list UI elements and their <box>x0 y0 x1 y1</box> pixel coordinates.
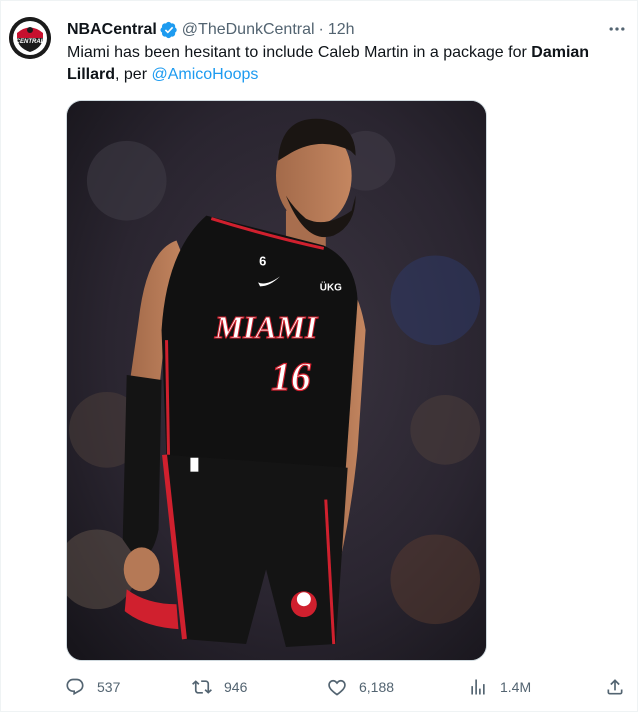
like-button[interactable]: 6,188 <box>327 675 394 699</box>
verified-badge-icon[interactable] <box>160 21 178 39</box>
share-icon <box>607 679 623 695</box>
action-bar: 537 946 6,188 1.4M <box>61 675 631 699</box>
player-photo: MIAMI 16 6 ÜKG <box>67 101 486 660</box>
jersey-shoulder-number: 6 <box>259 253 266 268</box>
jersey-number-text: 16 <box>271 355 311 399</box>
timestamp[interactable]: 12h <box>328 21 355 39</box>
jersey-patch-text: ÜKG <box>320 282 342 293</box>
views-button[interactable]: 1.4M <box>468 675 531 699</box>
reply-icon <box>66 678 84 696</box>
retweet-icon <box>192 680 212 694</box>
share-button[interactable] <box>605 675 625 699</box>
heart-icon <box>328 679 346 696</box>
avatar-logo-text: CENTRAL <box>16 39 45 45</box>
jersey-team-text: MIAMI <box>214 310 319 345</box>
nba-central-logo-icon: CENTRAL <box>9 17 51 59</box>
mention-link[interactable]: @AmicoHoops <box>151 66 258 83</box>
views-icon <box>471 679 485 695</box>
nba-logo-icon <box>190 457 199 472</box>
more-icon[interactable] <box>605 17 629 41</box>
tweet-text-part2: , per <box>115 66 152 83</box>
tweet-card[interactable]: CENTRAL NBACentral @TheDunkCentral · 12h… <box>0 0 638 712</box>
tweet-text-part1: Miami has been hesitant to include Caleb… <box>67 44 532 61</box>
avatar[interactable]: CENTRAL <box>9 17 51 59</box>
reply-count: 537 <box>97 679 121 695</box>
tweet-photo[interactable]: MIAMI 16 6 ÜKG <box>66 100 487 661</box>
display-name[interactable]: NBACentral <box>67 21 157 39</box>
reply-button[interactable]: 537 <box>65 675 120 699</box>
tweet-header: NBACentral @TheDunkCentral · 12h <box>67 19 355 41</box>
retweet-count: 946 <box>224 679 248 695</box>
tweet-text: Miami has been hesitant to include Caleb… <box>67 42 627 86</box>
separator-dot: · <box>318 21 324 38</box>
user-handle[interactable]: @TheDunkCentral <box>182 21 315 39</box>
views-count: 1.4M <box>500 679 532 695</box>
like-count: 6,188 <box>359 679 395 695</box>
retweet-button[interactable]: 946 <box>192 675 247 699</box>
